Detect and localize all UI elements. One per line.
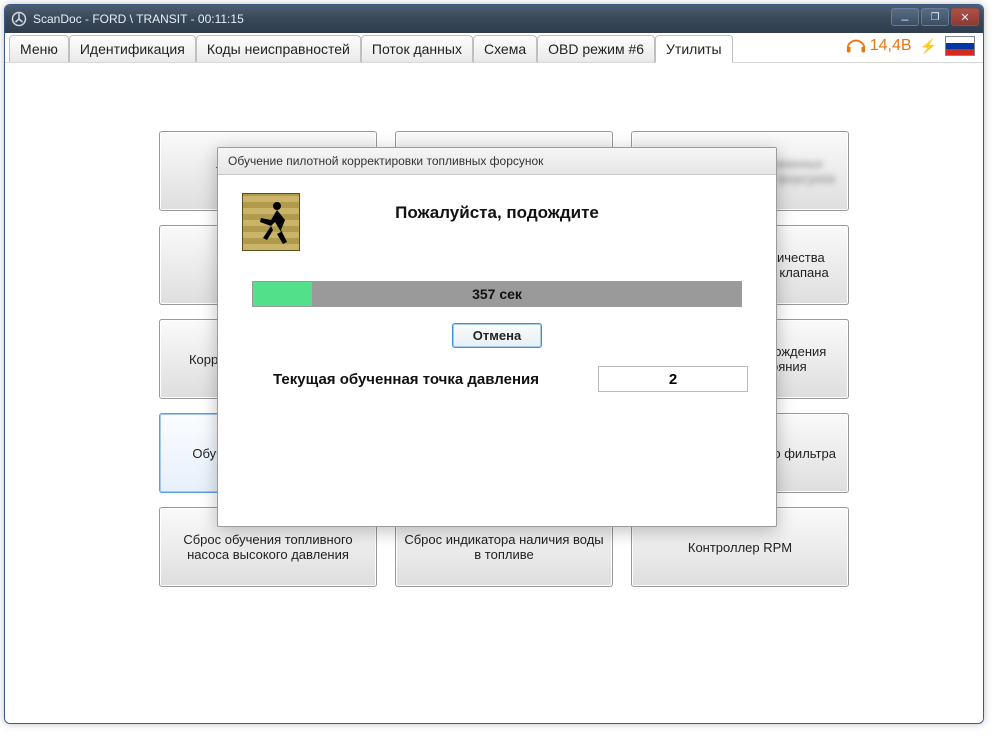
tab-menu[interactable]: Меню: [9, 35, 69, 62]
tab-identification[interactable]: Идентификация: [69, 35, 196, 62]
progress-bar: 357 сек: [252, 281, 742, 307]
app-icon: [11, 11, 27, 27]
titlebar: ScanDoc - FORD \ TRANSIT - 00:11:15: [5, 5, 983, 33]
cancel-row: Отмена: [238, 323, 756, 348]
cancel-button[interactable]: Отмена: [452, 323, 542, 348]
phone-icon: [846, 37, 866, 55]
tab-utilities[interactable]: Утилиты: [655, 35, 733, 63]
close-button[interactable]: [951, 8, 979, 26]
dialog-title: Обучение пилотной корректировки топливны…: [218, 148, 776, 175]
flag-russia-icon: [945, 36, 975, 56]
maximize-button[interactable]: [921, 8, 949, 26]
app-window: ScanDoc - FORD \ TRANSIT - 00:11:15 Меню…: [4, 4, 984, 724]
voltage-indicator: 14,4B: [846, 37, 912, 55]
status-bar-right: 14,4B ⚡: [846, 36, 975, 56]
param-label: Текущая обученная точка давления: [238, 371, 574, 388]
window-title: ScanDoc - FORD \ TRANSIT - 00:11:15: [33, 12, 244, 26]
window-controls: [891, 8, 979, 26]
progress-wrap: 357 сек: [252, 281, 742, 307]
content-area: Тест охлаждения Сброс программированных …: [5, 63, 983, 723]
running-man-icon: [242, 193, 300, 251]
tab-obdmode6[interactable]: OBD режим #6: [537, 35, 655, 62]
progress-label: 357 сек: [253, 282, 741, 306]
voltage-value: 14,4B: [870, 37, 912, 55]
plug-icon: ⚡: [920, 38, 937, 55]
param-value: 2: [598, 366, 748, 392]
tab-schematic[interactable]: Схема: [473, 35, 537, 62]
tabbar: Меню Идентификация Коды неисправностей П…: [5, 33, 983, 63]
param-row: Текущая обученная точка давления 2: [238, 366, 756, 392]
wait-dialog: Обучение пилотной корректировки топливны…: [217, 147, 777, 527]
minimize-button[interactable]: [891, 8, 919, 26]
wait-text: Пожалуйста, подождите: [238, 189, 756, 223]
tab-dtc[interactable]: Коды неисправностей: [196, 35, 361, 62]
wait-row: Пожалуйста, подождите: [238, 189, 756, 257]
tab-dataflow[interactable]: Поток данных: [361, 35, 473, 62]
dialog-body: Пожалуйста, подождите 357 сек Отмена Тек…: [218, 175, 776, 400]
